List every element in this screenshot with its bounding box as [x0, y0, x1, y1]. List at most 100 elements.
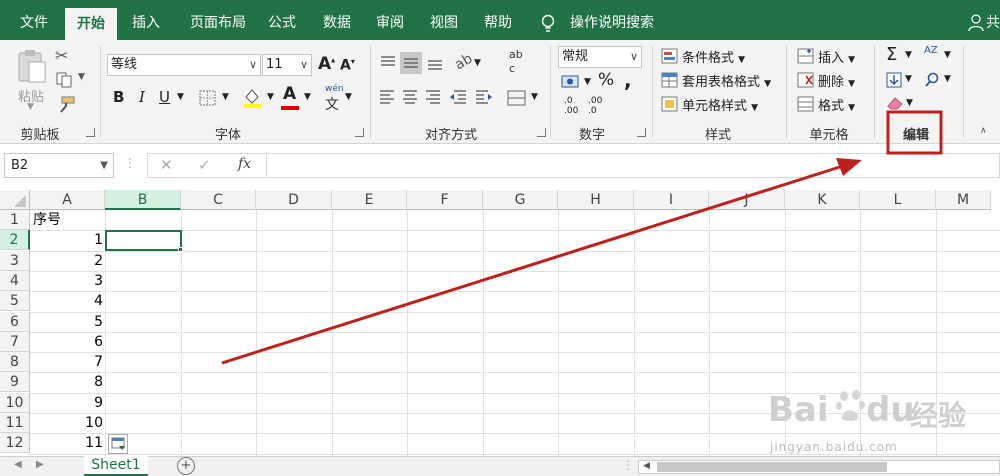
cancel-icon[interactable]: ✕: [160, 156, 173, 174]
cell-a6[interactable]: 5: [30, 312, 105, 332]
row-header-6[interactable]: 6: [0, 311, 30, 332]
fill-handle[interactable]: [178, 247, 183, 252]
column-header-l[interactable]: L: [860, 190, 936, 210]
enter-icon[interactable]: ✓: [198, 156, 211, 174]
column-header-d[interactable]: D: [256, 190, 332, 210]
paste-icon[interactable]: [16, 48, 48, 86]
row-header-3[interactable]: 3: [0, 250, 30, 271]
insert-button[interactable]: 插入 ▼: [818, 47, 855, 66]
tell-me-search[interactable]: 操作说明搜索: [570, 0, 654, 40]
borders-icon[interactable]: [199, 90, 217, 106]
row-header-2[interactable]: 2: [0, 230, 30, 251]
decrease-decimal-button[interactable]: .00 .0: [588, 96, 602, 116]
sort-dropdown-icon[interactable]: ▼: [944, 50, 951, 60]
format-cells-icon[interactable]: [797, 96, 815, 112]
conditional-format-button[interactable]: 条件格式 ▼: [682, 47, 745, 66]
fill-color-dropdown-icon[interactable]: ▼: [267, 92, 274, 102]
column-header-m[interactable]: M: [936, 190, 991, 210]
column-header-k[interactable]: K: [785, 190, 860, 210]
column-header-c[interactable]: C: [181, 190, 256, 210]
column-header-e[interactable]: E: [332, 190, 407, 210]
cell-a10[interactable]: 9: [30, 393, 105, 413]
horizontal-scrollbar[interactable]: ◀: [638, 460, 1000, 474]
cell-a3[interactable]: 2: [30, 251, 105, 271]
name-box[interactable]: B2 ▼: [4, 153, 114, 178]
phonetic-icon[interactable]: 文: [325, 94, 339, 114]
column-header-h[interactable]: H: [558, 190, 634, 210]
orientation-icon[interactable]: ab: [452, 51, 475, 74]
borders-dropdown-icon[interactable]: ▼: [222, 92, 229, 102]
formula-input[interactable]: [268, 153, 1000, 178]
active-cell-b2[interactable]: [105, 230, 182, 251]
format-button[interactable]: 格式 ▼: [818, 95, 855, 114]
phonetic-dropdown-icon[interactable]: ▼: [345, 92, 352, 102]
row-header-1[interactable]: 1: [0, 210, 30, 230]
font-size-select[interactable]: 11 ∨: [262, 54, 312, 76]
merge-dropdown-icon[interactable]: ▼: [531, 92, 538, 102]
italic-button[interactable]: I: [139, 88, 145, 106]
increase-decimal-button[interactable]: .0 .00: [564, 96, 578, 116]
phonetic-label[interactable]: wén: [325, 84, 344, 94]
cell-a5[interactable]: 4: [30, 291, 105, 311]
number-format-select[interactable]: 常规 ∨: [558, 46, 642, 68]
insert-function-icon[interactable]: fx: [238, 156, 251, 172]
row-header-4[interactable]: 4: [0, 270, 30, 291]
vertical-align-icons[interactable]: [378, 52, 452, 74]
row-header-7[interactable]: 7: [0, 331, 30, 352]
column-header-f[interactable]: F: [407, 190, 483, 210]
bold-button[interactable]: B: [113, 88, 124, 106]
row-header-5[interactable]: 5: [0, 291, 30, 312]
delete-cells-icon[interactable]: [797, 72, 815, 88]
tab-insert[interactable]: 插入: [125, 0, 167, 40]
horizontal-align-icons[interactable]: [378, 88, 494, 108]
row-header-12[interactable]: 12: [0, 433, 30, 454]
accounting-format-icon[interactable]: [561, 74, 581, 90]
tab-formulas[interactable]: 公式: [262, 0, 302, 40]
comma-button[interactable]: ,: [624, 68, 632, 92]
font-color-icon[interactable]: A: [283, 84, 296, 104]
format-painter-icon[interactable]: [56, 96, 76, 114]
column-header-j[interactable]: J: [709, 190, 785, 210]
tab-file[interactable]: 文件: [14, 0, 54, 40]
cell-a2[interactable]: 1: [30, 230, 105, 250]
font-launcher-icon[interactable]: [355, 128, 364, 137]
cut-icon[interactable]: ✂: [55, 46, 68, 65]
wrap-text-label[interactable]: ab: [509, 49, 523, 60]
wrap-text-label-2[interactable]: c: [509, 62, 515, 75]
underline-button[interactable]: U: [159, 88, 170, 106]
paste-dropdown-icon[interactable]: ▼: [27, 102, 34, 112]
tab-help[interactable]: 帮助: [478, 0, 518, 40]
cell-a1[interactable]: 序号: [33, 210, 105, 230]
font-name-select[interactable]: 等线 ∨: [107, 54, 261, 76]
find-select-icon[interactable]: [924, 72, 940, 88]
find-dropdown-icon[interactable]: ▼: [944, 74, 951, 84]
increase-font-icon[interactable]: A▴: [318, 54, 335, 74]
column-header-g[interactable]: G: [483, 190, 558, 210]
scroll-left-arrow-icon[interactable]: ◀: [643, 461, 650, 471]
quick-analysis-button[interactable]: [108, 434, 128, 454]
tab-view[interactable]: 视图: [424, 0, 464, 40]
fill-dropdown-icon[interactable]: ▼: [905, 74, 912, 84]
insert-cells-icon[interactable]: [797, 48, 815, 64]
font-color-dropdown-icon[interactable]: ▼: [304, 92, 311, 102]
tab-page-layout[interactable]: 页面布局: [183, 0, 253, 40]
row-header-9[interactable]: 9: [0, 372, 30, 393]
cell-a8[interactable]: 7: [30, 352, 105, 372]
cell-styles-icon[interactable]: [661, 96, 679, 112]
select-all-corner[interactable]: [0, 190, 30, 210]
conditional-format-icon[interactable]: [661, 48, 679, 64]
accounting-dropdown-icon[interactable]: ▼: [584, 77, 591, 87]
sort-filter-icon[interactable]: AZ: [924, 46, 938, 56]
scroll-right-icon[interactable]: ▶: [36, 459, 44, 470]
orientation-dropdown-icon[interactable]: ▼: [474, 58, 481, 68]
underline-dropdown-icon[interactable]: ▼: [177, 92, 184, 102]
cell-a11[interactable]: 10: [30, 413, 105, 433]
number-launcher-icon[interactable]: [637, 128, 646, 137]
fill-color-icon[interactable]: [242, 87, 264, 109]
tab-data[interactable]: 数据: [317, 0, 357, 40]
clear-icon[interactable]: [886, 96, 904, 110]
format-as-table-button[interactable]: 套用表格格式 ▼: [682, 71, 771, 90]
merge-center-icon[interactable]: [507, 90, 527, 106]
autosum-button[interactable]: Σ: [886, 44, 897, 65]
scrollbar-thumb[interactable]: [657, 462, 887, 472]
